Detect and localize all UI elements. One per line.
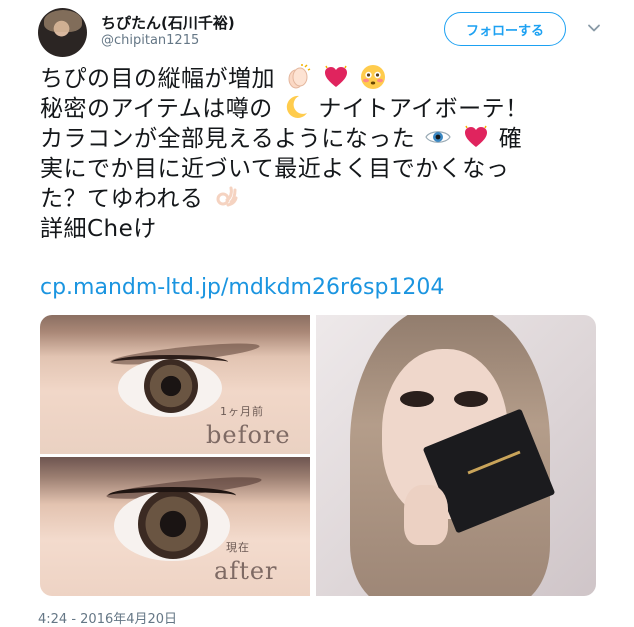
before-photo[interactable]: 1ヶ月前 before — [40, 315, 310, 454]
before-caption: before — [206, 421, 291, 449]
follow-button[interactable]: フォローする — [444, 12, 566, 46]
after-caption: after — [214, 557, 278, 585]
tweet-line-3: カラコンが全部見えるようになった 確 — [40, 124, 620, 154]
sparkling-heart-icon — [464, 125, 487, 147]
display-name[interactable]: ちぴたん(石川千裕) — [101, 12, 235, 33]
tweet-line-6: 詳細Cheけ — [40, 216, 157, 242]
tweet-line-1: ちぴの目の縦幅が増加 — [40, 64, 620, 94]
tweet-line-2: 秘密のアイテムは噂の ナイトアイボーテ！ — [40, 94, 620, 124]
clapping-hands-icon — [288, 64, 311, 89]
tweet-text-segment: ちぴの目の縦幅が増加 — [40, 66, 275, 92]
tweet-line-5: た？てゆわれる — [40, 184, 620, 214]
flushed-face-icon — [361, 65, 386, 89]
chevron-down-icon[interactable] — [586, 20, 602, 36]
tweet-line-4: 実にでか目に近づいて最近よく目でかくなっ — [40, 156, 510, 182]
after-photo[interactable]: 現在 after — [40, 457, 310, 596]
media-grid[interactable]: 1ヶ月前 before 現在 after — [40, 315, 596, 596]
tweet-text-segment: た？てゆわれる — [40, 186, 204, 212]
user-handle[interactable]: @chipitan1215 — [101, 33, 199, 48]
selfie-photo[interactable] — [316, 315, 596, 596]
tweet-text-segment: ナイトアイボーテ！ — [318, 96, 529, 122]
tweet-text-segment: 確 — [498, 126, 523, 152]
tweet-timestamp[interactable]: 4:24 - 2016年4月20日 — [38, 608, 177, 627]
ok-hand-icon — [216, 186, 238, 207]
crescent-moon-icon — [286, 95, 307, 118]
eye-icon — [425, 131, 451, 143]
tweet-link[interactable]: cp.mandm-ltd.jp/mdkdm26r6sp1204 — [40, 275, 444, 300]
tweet-text-segment: 秘密のアイテムは噂の — [40, 96, 273, 122]
sparkling-heart-icon — [324, 65, 347, 87]
avatar[interactable] — [38, 8, 87, 57]
tweet-text-segment: カラコンが全部見えるようになった — [40, 126, 416, 152]
after-caption-small: 現在 — [226, 541, 250, 554]
before-caption-small: 1ヶ月前 — [220, 405, 264, 418]
tweet-text: ちぴの目の縦幅が増加 秘密のアイテムは噂の ナイトアイボーテ！ カラコンが全部見… — [40, 64, 620, 244]
